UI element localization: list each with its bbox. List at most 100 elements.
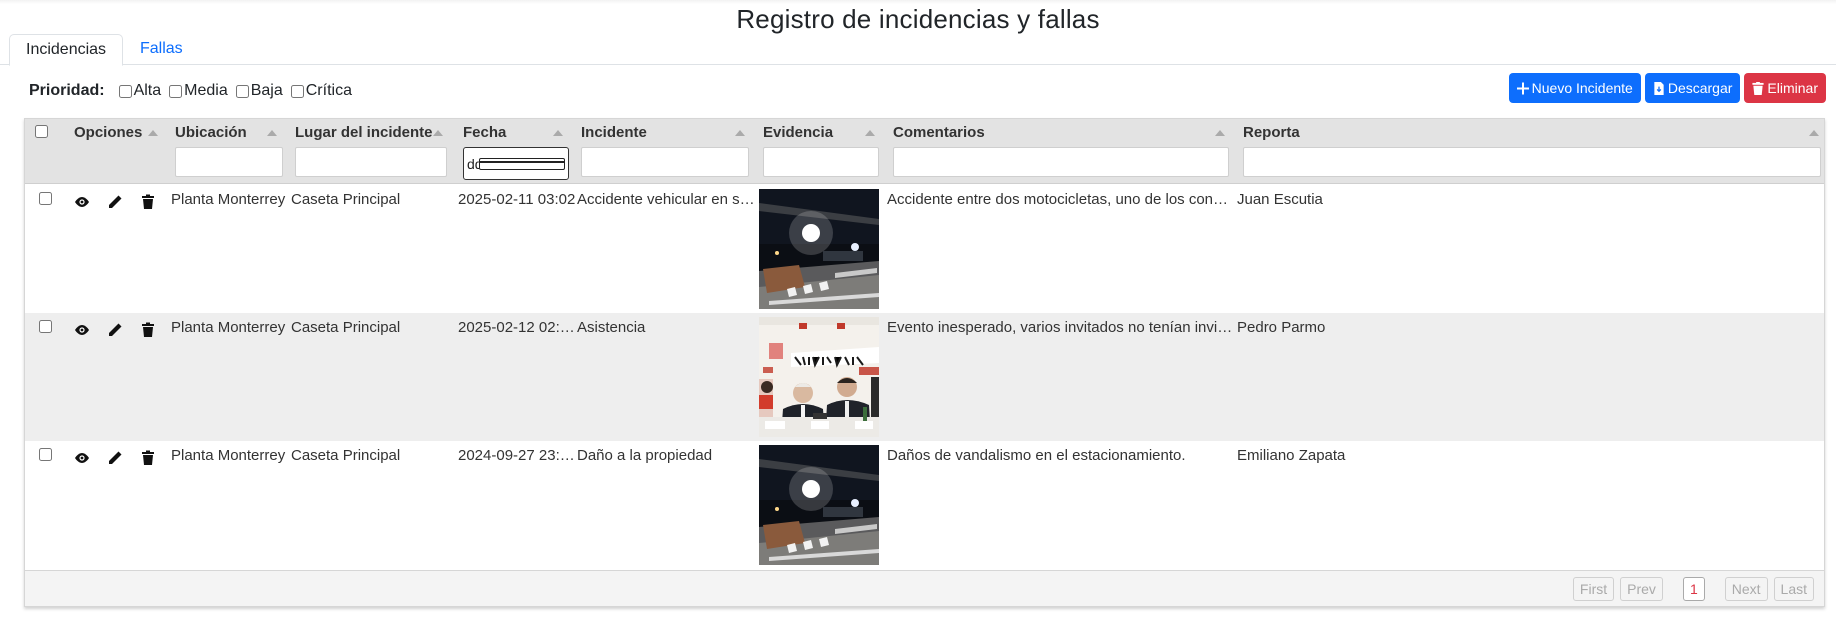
sort-icon[interactable] (433, 130, 443, 136)
incident-cell: Asistencia (577, 319, 646, 336)
page-title: Registro de incidencias y fallas (736, 4, 1100, 34)
col-comments: Comentarios (893, 119, 1229, 184)
filter-media[interactable]: Media (169, 82, 228, 100)
download-label: Descargar (1667, 80, 1733, 96)
filter-baja[interactable]: Baja (235, 82, 283, 100)
priority-filters: Prioridad: Alta Media Baja Crítica (29, 78, 360, 104)
tab-bar: Incidencias Fallas (0, 34, 1836, 66)
trash-icon[interactable] (140, 322, 156, 338)
filter-alta-checkbox[interactable] (118, 84, 132, 98)
trash-icon[interactable] (140, 450, 156, 466)
row-select-checkbox[interactable] (39, 192, 52, 205)
action-buttons: Nuevo Incidente Descargar Eliminar (1508, 73, 1826, 103)
select-all-checkbox[interactable] (35, 125, 48, 138)
pencil-icon[interactable] (107, 450, 123, 466)
grid-footer: First Prev 1 Next Last (25, 570, 1824, 606)
reporter-cell: Pedro Parmo (1237, 319, 1326, 336)
filter-media-label: Media (184, 82, 228, 99)
filter-alta-label: Alta (133, 82, 162, 99)
tab-fallas[interactable]: Fallas (124, 34, 199, 66)
sort-icon[interactable] (148, 130, 158, 136)
pencil-icon[interactable] (107, 322, 123, 338)
filter-baja-checkbox[interactable] (235, 84, 249, 98)
sort-icon[interactable] (1809, 130, 1819, 136)
col-date-title: Fecha (463, 124, 507, 141)
location-cell: Planta Monterrey (171, 447, 286, 464)
col-location-title: Ubicación (175, 124, 247, 141)
eye-icon[interactable] (74, 322, 90, 338)
date-cell: 2024-09-27 23:00 (458, 447, 576, 464)
comments-filter-input[interactable] (893, 147, 1229, 177)
eye-icon[interactable] (74, 450, 90, 466)
sort-icon[interactable] (865, 130, 875, 136)
filter-critica-checkbox[interactable] (290, 84, 304, 98)
date-placeholder: dd/mm/aaaa (467, 155, 479, 172)
calendar-icon[interactable] (479, 157, 565, 170)
file-download-icon (1654, 81, 1664, 95)
table-row: Planta Monterrey Caseta Principal 2025-0… (25, 313, 1824, 441)
col-reporter: Reporta (1243, 119, 1821, 184)
table-row: Planta Monterrey Caseta Principal 2025-0… (25, 185, 1824, 313)
sort-icon[interactable] (735, 130, 745, 136)
plus-icon (1516, 82, 1529, 94)
filter-critica-label: Crítica (305, 82, 352, 99)
grid-header: Opciones Ubicación Lugar del incidente F… (25, 119, 1824, 184)
incident-cell: Accidente vehicular en sitio (577, 191, 757, 208)
sort-icon[interactable] (1215, 130, 1225, 136)
comments-cell: Accidente entre dos motocicletas, uno de… (887, 191, 1233, 208)
incidents-grid: Opciones Ubicación Lugar del incidente F… (24, 118, 1825, 607)
col-evidence-title: Evidencia (763, 124, 834, 141)
row-select-checkbox[interactable] (39, 448, 52, 461)
incident-cell: Daño a la propiedad (577, 447, 713, 464)
filter-alta[interactable]: Alta (118, 82, 162, 100)
location-cell: Planta Monterrey (171, 319, 286, 336)
filter-media-checkbox[interactable] (169, 84, 183, 98)
priority-label: Prioridad: (29, 82, 105, 99)
place-cell: Caseta Principal (291, 447, 401, 464)
reporter-cell: Emiliano Zapata (1237, 447, 1346, 464)
date-filter-input[interactable]: dd/mm/aaaa (463, 147, 569, 180)
col-place-title: Lugar del incidente (295, 124, 433, 141)
col-comments-title: Comentarios (893, 124, 985, 141)
col-reporter-title: Reporta (1243, 124, 1300, 141)
sort-icon[interactable] (267, 130, 277, 136)
press-conference-photo[interactable] (759, 317, 879, 437)
table-row: Planta Monterrey Caseta Principal 2024-0… (25, 441, 1824, 569)
download-button[interactable]: Descargar (1644, 73, 1741, 103)
night-gate-photo[interactable] (759, 189, 879, 309)
trash-icon (1752, 81, 1764, 95)
col-incident-title: Incidente (581, 124, 647, 141)
delete-button[interactable]: Eliminar (1744, 73, 1826, 103)
place-cell: Caseta Principal (291, 191, 401, 208)
prev-page-button[interactable]: Prev (1620, 577, 1663, 601)
pencil-icon[interactable] (107, 194, 123, 210)
col-place: Lugar del incidente (295, 119, 447, 184)
col-options-title: Opciones (74, 124, 143, 141)
next-page-button[interactable]: Next (1724, 577, 1768, 601)
place-filter-input[interactable] (295, 147, 447, 177)
filter-baja-label: Baja (250, 82, 283, 99)
date-cell: 2025-02-11 03:02 (458, 191, 576, 208)
row-select-checkbox[interactable] (39, 320, 52, 333)
reporter-filter-input[interactable] (1243, 147, 1821, 177)
trash-icon[interactable] (140, 194, 156, 210)
place-cell: Caseta Principal (291, 319, 401, 336)
current-page-button[interactable]: 1 (1682, 577, 1705, 601)
col-evidence: Evidencia (763, 119, 879, 184)
col-incident: Incidente (581, 119, 749, 184)
comments-cell: Evento inesperado, varios invitados no t… (887, 319, 1233, 336)
sort-icon[interactable] (553, 130, 563, 136)
new-incident-button[interactable]: Nuevo Incidente (1508, 73, 1641, 103)
filter-critica[interactable]: Crítica (290, 82, 352, 100)
evidence-filter-input[interactable] (763, 147, 879, 177)
night-gate-photo[interactable] (759, 445, 879, 565)
eye-icon[interactable] (74, 194, 90, 210)
incident-filter-input[interactable] (581, 147, 749, 177)
col-options: Opciones (74, 119, 159, 184)
pagination: First Prev 1 Next Last (1572, 577, 1814, 601)
last-page-button[interactable]: Last (1773, 577, 1814, 601)
first-page-button[interactable]: First (1572, 577, 1615, 601)
location-filter-input[interactable] (175, 147, 283, 177)
tab-incidencias[interactable]: Incidencias (9, 34, 123, 66)
comments-cell: Daños de vandalismo en el estacionamient… (887, 447, 1186, 464)
